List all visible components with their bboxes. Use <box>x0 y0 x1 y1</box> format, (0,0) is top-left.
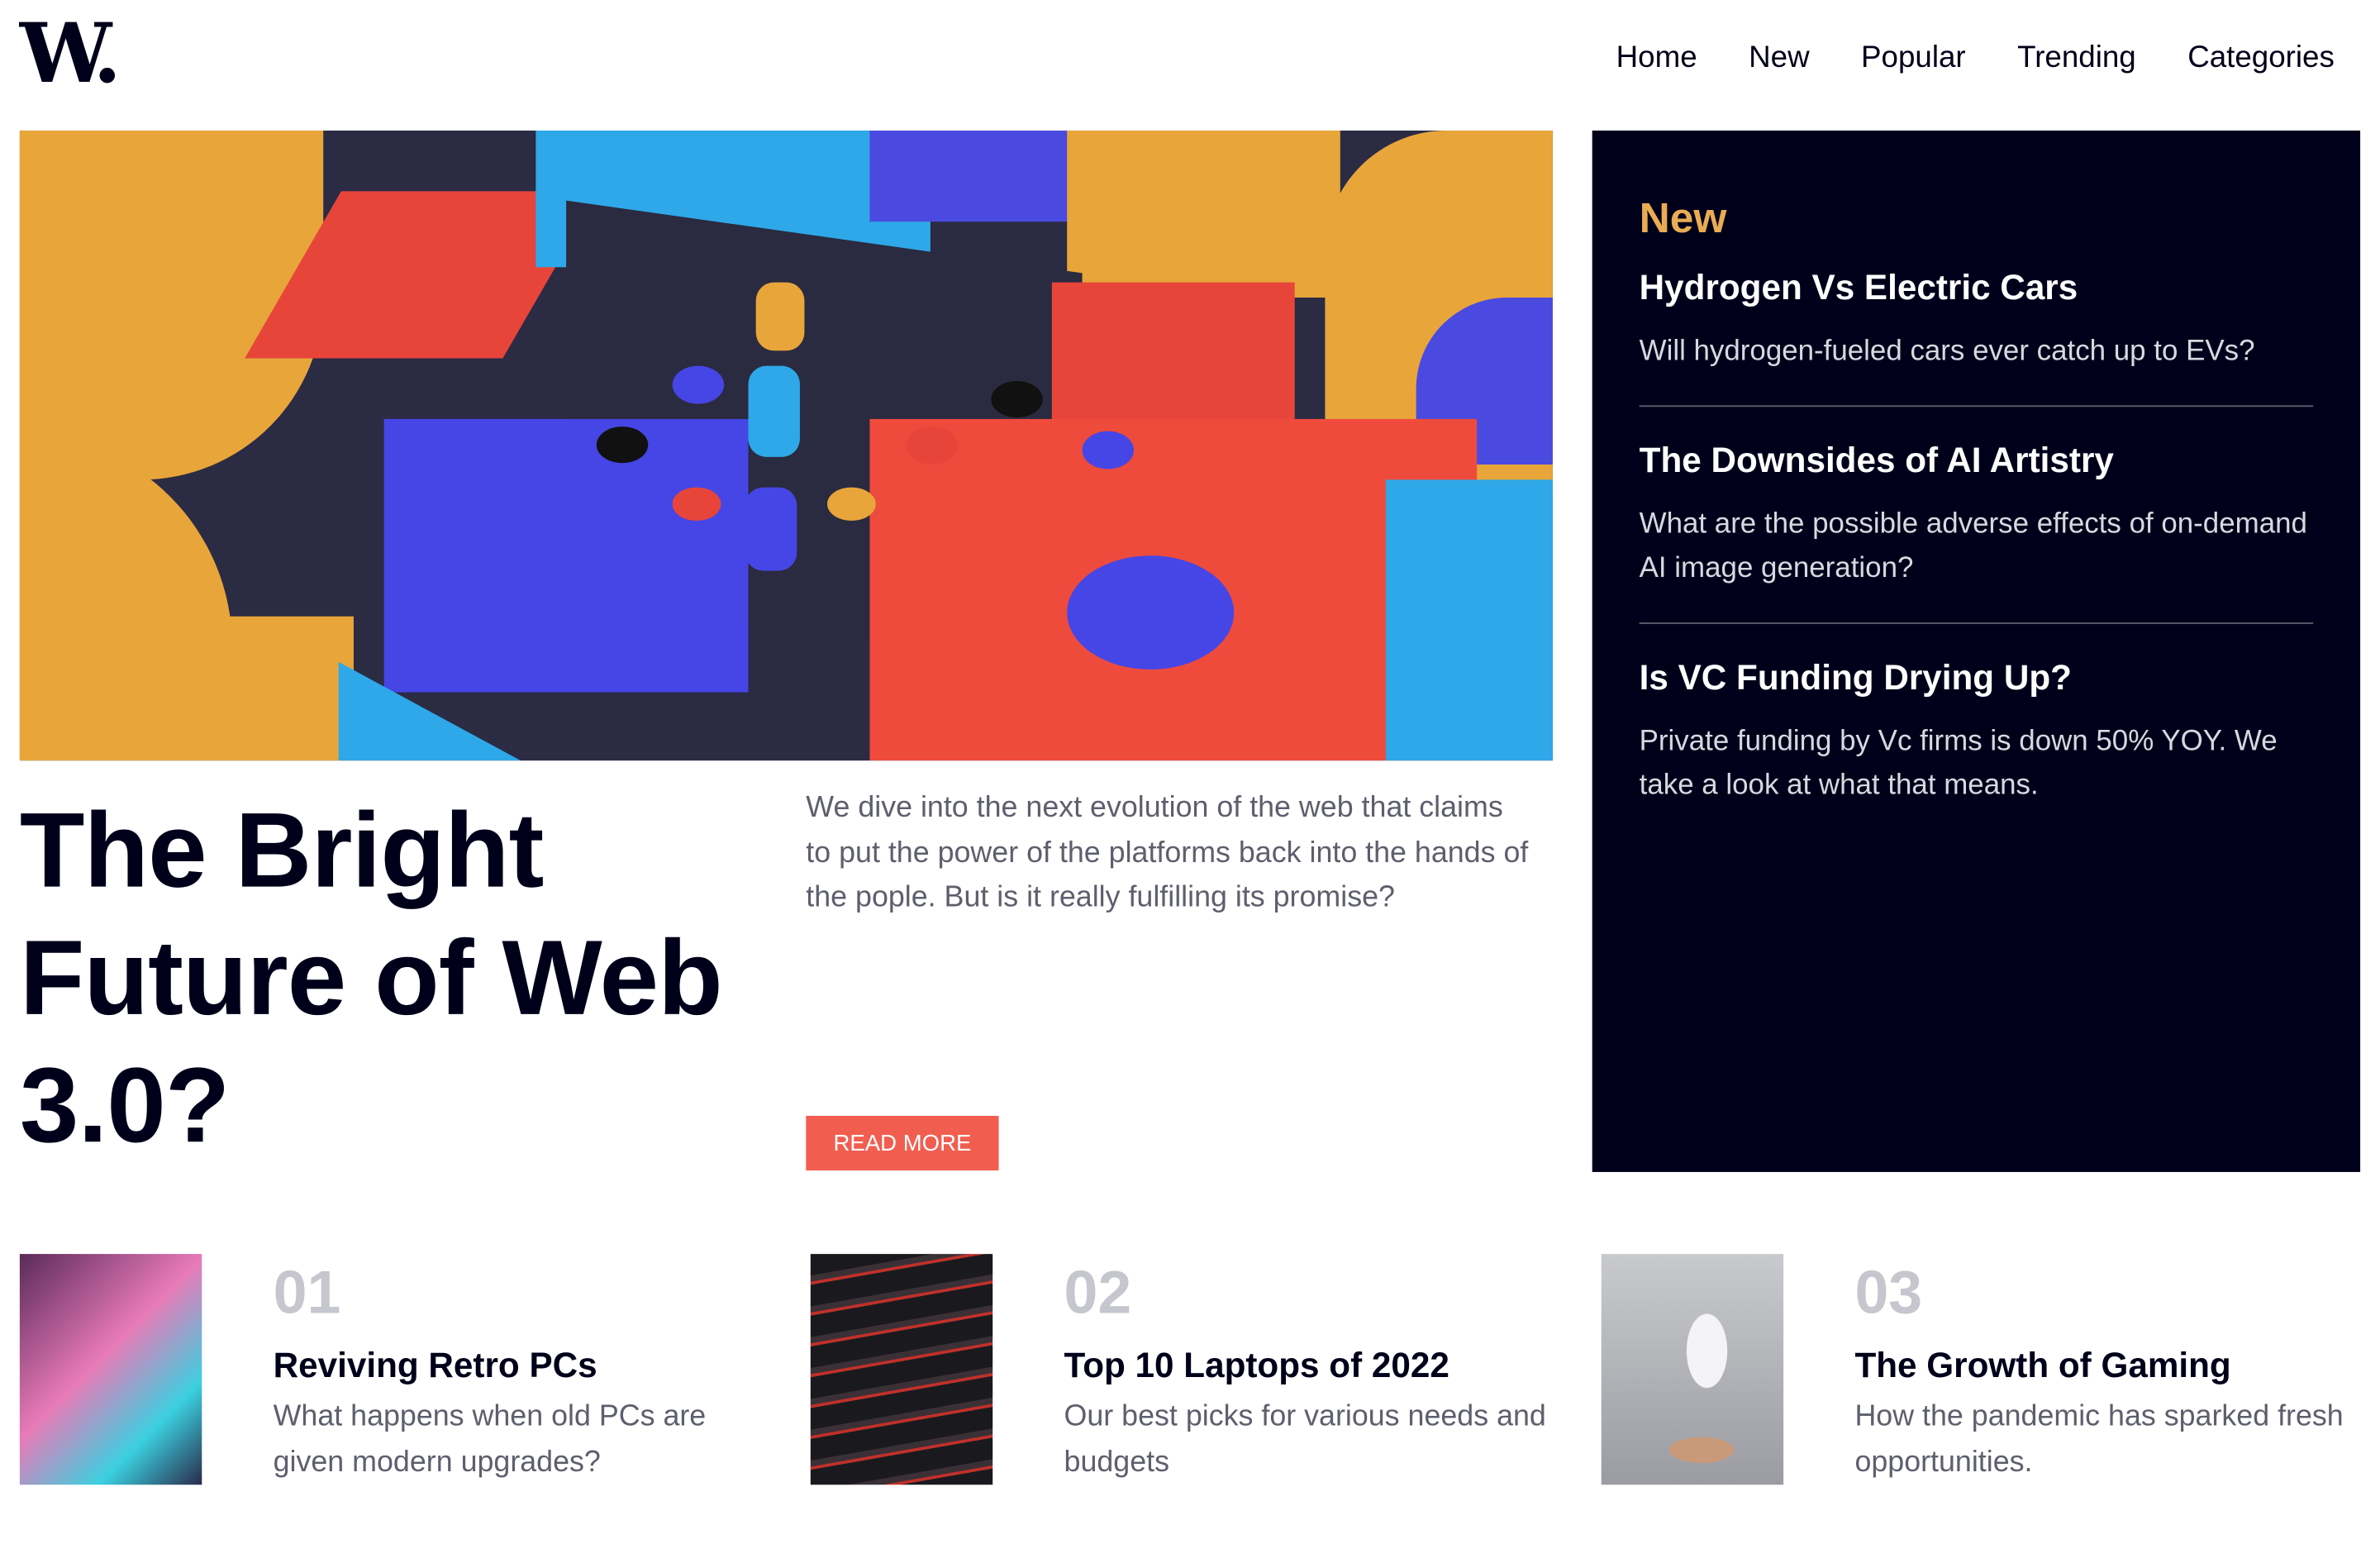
article-card[interactable]: 01 Reviving Retro PCs What happens when … <box>19 1254 764 1485</box>
nav-popular[interactable]: Popular <box>1861 41 1966 76</box>
nav-new[interactable]: New <box>1749 41 1809 76</box>
card-number: 03 <box>1854 1260 1923 1327</box>
card-number: 01 <box>273 1260 341 1327</box>
sidebar-heading: New <box>1639 194 1727 242</box>
main-nav: Home New Popular Trending Categories <box>1616 41 2335 76</box>
card-description: How the pandemic has sparked fresh oppor… <box>1854 1399 2344 1479</box>
nav-home[interactable]: Home <box>1616 41 1697 76</box>
laptop-keyboard-thumbnail <box>810 1254 993 1485</box>
card-description: Our best picks for various needs and bud… <box>1064 1399 1546 1479</box>
nav-trending[interactable]: Trending <box>2017 41 2136 76</box>
card-title[interactable]: The Growth of Gaming <box>1854 1345 2230 1386</box>
article-summary: Private funding by Vc firms is down 50% … <box>1639 725 2278 802</box>
nav-categories[interactable]: Categories <box>2187 41 2335 76</box>
sidebar-article[interactable]: The Downsides of AI Artistry What are the… <box>1639 440 2314 623</box>
article-summary: What are the possible adverse effects of… <box>1639 508 2307 585</box>
sidebar-article[interactable]: Hydrogen Vs Electric Cars Will hydrogen-f… <box>1639 267 2314 407</box>
article-card[interactable]: 02 Top 10 Laptops of 2022 Our best picks… <box>810 1254 1554 1485</box>
article-title[interactable]: The Downsides of AI Artistry <box>1640 440 2313 481</box>
hero-description: We dive into the next evolution of the w… <box>806 790 1529 914</box>
card-title[interactable]: Reviving Retro PCs <box>274 1345 597 1386</box>
hero-image <box>19 130 1553 761</box>
card-title[interactable]: Top 10 Laptops of 2022 <box>1064 1345 1449 1386</box>
read-more-button[interactable]: READ MORE <box>806 1115 999 1171</box>
card-description: What happens when old PCs are given mode… <box>273 1399 707 1479</box>
article-title[interactable]: Is VC Funding Drying Up? <box>1640 656 2313 698</box>
new-sidebar: New Hydrogen Vs Electric Cars Will hydrog… <box>1592 130 2361 1172</box>
logo[interactable]: W. <box>20 12 121 94</box>
retro-pc-thumbnail <box>19 1254 202 1485</box>
card-number: 02 <box>1064 1260 1132 1327</box>
sidebar-article[interactable]: Is VC Funding Drying Up? Private funding … <box>1640 656 2313 838</box>
hero-title: The Bright Future of Web 3.0? <box>19 790 723 1165</box>
article-summary: Will hydrogen-fueled cars ever catch up … <box>1639 335 2255 368</box>
article-card[interactable]: 03 The Growth of Gaming How the pandemic… <box>1601 1254 2345 1485</box>
game-controller-thumbnail <box>1601 1254 1784 1485</box>
article-title[interactable]: Hydrogen Vs Electric Cars <box>1640 267 2313 308</box>
